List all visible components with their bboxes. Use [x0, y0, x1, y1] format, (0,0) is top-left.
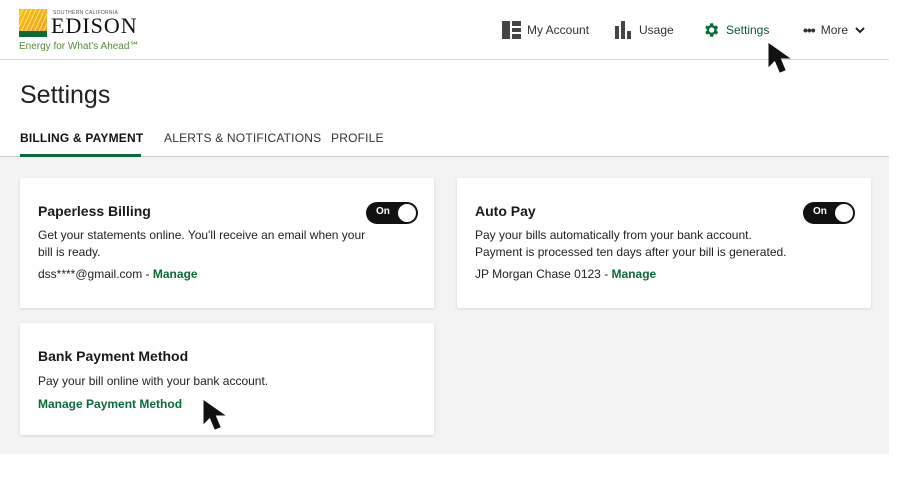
nav-my-account-label: My Account — [527, 23, 590, 37]
nav-my-account[interactable]: My Account — [502, 19, 589, 41]
bank-payment-method-title: Bank Payment Method — [38, 348, 189, 364]
nav-settings-label: Settings — [726, 23, 770, 37]
paperless-manage-link[interactable]: Manage — [153, 267, 198, 281]
dashboard-grid-icon — [502, 21, 521, 39]
paperless-toggle-label: On — [376, 206, 390, 217]
bank-payment-method-card: Bank Payment Method Pay your bill online… — [20, 323, 434, 435]
nav-usage[interactable]: Usage — [615, 19, 674, 41]
auto-pay-description-line1: Pay your bills automatically from your b… — [475, 228, 752, 242]
toggle-knob — [398, 204, 416, 222]
manage-payment-method-link[interactable]: Manage Payment Method — [38, 397, 182, 411]
tab-profile[interactable]: PROFILE — [331, 131, 384, 157]
paperless-billing-detail: dss****@gmail.com - Manage — [38, 267, 198, 281]
paperless-billing-title: Paperless Billing — [38, 203, 151, 219]
edison-logo-mark-icon — [19, 9, 47, 37]
paperless-billing-description: Get your statements online. You'll recei… — [38, 228, 366, 259]
paperless-email: dss****@gmail.com - — [38, 267, 153, 281]
nav-more-label: More — [820, 23, 849, 37]
more-dots-icon: ••• — [803, 22, 816, 38]
nav-settings[interactable]: Settings — [702, 19, 769, 41]
settings-page: Settings BILLING & PAYMENT ALERTS & NOTI… — [0, 61, 889, 454]
logo-tagline: Energy for What’s Ahead℠ — [19, 41, 140, 52]
auto-pay-detail: JP Morgan Chase 0123 - Manage — [475, 267, 656, 281]
auto-pay-toggle-label: On — [813, 206, 827, 217]
tab-billing-payment[interactable]: BILLING & PAYMENT — [20, 131, 143, 157]
auto-pay-description-line2: Payment is processed ten days after your… — [475, 245, 787, 259]
edison-logo[interactable]: SOUTHERN CALIFORNIA EDISON Energy for Wh… — [19, 7, 149, 53]
nav-more-menu[interactable]: ••• More — [803, 19, 866, 41]
auto-pay-bank-account: JP Morgan Chase 0123 - — [475, 267, 612, 281]
bar-chart-icon — [615, 21, 633, 39]
nav-usage-label: Usage — [639, 23, 674, 37]
site-header: SOUTHERN CALIFORNIA EDISON Energy for Wh… — [0, 0, 889, 60]
toggle-knob — [835, 204, 853, 222]
paperless-billing-card: Paperless Billing On Get your statements… — [20, 178, 434, 308]
chevron-down-icon — [855, 27, 865, 34]
auto-pay-card: Auto Pay On Pay your bills automatically… — [457, 178, 871, 308]
auto-pay-toggle[interactable]: On — [803, 202, 855, 224]
auto-pay-title: Auto Pay — [475, 203, 536, 219]
tab-alerts-notifications[interactable]: ALERTS & NOTIFICATIONS — [164, 131, 321, 157]
bank-payment-method-description: Pay your bill online with your bank acco… — [38, 374, 269, 388]
auto-pay-manage-link[interactable]: Manage — [612, 267, 657, 281]
logo-name: EDISON — [51, 13, 138, 38]
paperless-billing-toggle[interactable]: On — [366, 202, 418, 224]
page-title: Settings — [20, 81, 111, 109]
page-heading-area: Settings BILLING & PAYMENT ALERTS & NOTI… — [0, 61, 889, 157]
gear-icon — [705, 23, 719, 37]
